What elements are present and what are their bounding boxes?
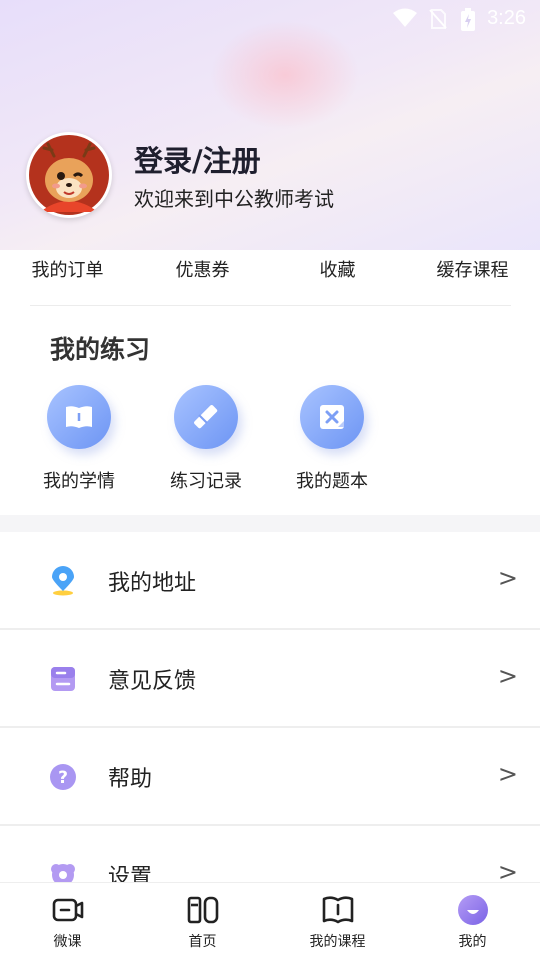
tab-home[interactable]: 首页 — [135, 883, 270, 961]
tab-label: 首页 — [188, 934, 217, 950]
video-camera-icon — [51, 893, 85, 927]
quick-links: 我的订单 优惠券 收藏 缓存课程 — [0, 250, 540, 305]
menu-label: 我的地址 — [108, 571, 197, 596]
practice-item-question-book[interactable]: 我的题本 — [282, 385, 382, 493]
quick-panel: 我的订单 优惠券 收藏 缓存课程 我的练习 我的学情 练习记录 我的题本 — [0, 250, 540, 515]
battery-charging-icon — [460, 8, 476, 37]
menu-item-help[interactable]: ? 帮助 > — [0, 728, 540, 826]
tab-mine[interactable]: 我的 — [405, 883, 540, 961]
menu-item-address[interactable]: 我的地址 > — [0, 532, 540, 630]
feedback-box-icon — [48, 664, 78, 694]
tab-label: 我的 — [458, 934, 487, 950]
book-open-icon — [47, 385, 111, 449]
practice-item-records[interactable]: 练习记录 — [156, 385, 256, 493]
svg-text:?: ? — [58, 768, 68, 788]
status-time: 3:26 — [487, 7, 526, 29]
chevron-right-icon: > — [497, 564, 518, 592]
bottom-tab-bar: 微课 首页 我的课程 我的 — [0, 882, 540, 961]
divider — [30, 305, 511, 306]
no-sim-icon — [428, 8, 448, 35]
help-icon: ? — [48, 762, 78, 792]
practice-section-title: 我的练习 — [50, 335, 151, 364]
home-grid-icon — [186, 893, 220, 927]
menu-item-feedback[interactable]: 意见反馈 > — [0, 630, 540, 728]
cached-courses-link[interactable]: 缓存课程 — [405, 250, 540, 305]
status-bar: 3:26 — [0, 0, 540, 38]
menu-label: 帮助 — [108, 767, 153, 792]
wrong-question-icon — [300, 385, 364, 449]
practice-label: 我的题本 — [296, 471, 368, 492]
chevron-right-icon: > — [497, 760, 518, 788]
login-register-link[interactable]: 登录/注册 — [134, 138, 261, 180]
chevron-right-icon: > — [497, 662, 518, 690]
location-pin-icon — [48, 566, 78, 596]
my-orders-link[interactable]: 我的订单 — [0, 250, 135, 305]
tab-my-courses[interactable]: 我的课程 — [270, 883, 405, 961]
wifi-icon — [392, 8, 418, 33]
tab-label: 微课 — [53, 934, 82, 950]
favorites-link[interactable]: 收藏 — [270, 250, 405, 305]
coupons-link[interactable]: 优惠券 — [135, 250, 270, 305]
menu-label: 意见反馈 — [108, 669, 197, 694]
practice-label: 我的学情 — [43, 471, 115, 492]
pencil-icon — [174, 385, 238, 449]
settings-menu: 我的地址 > 意见反馈 > ? 帮助 > 设置 > — [0, 532, 540, 922]
course-book-icon — [321, 893, 355, 927]
welcome-text: 欢迎来到中公教师考试 — [134, 187, 334, 211]
practice-item-study-status[interactable]: 我的学情 — [29, 385, 129, 493]
practice-label: 练习记录 — [170, 471, 242, 492]
tab-label: 我的课程 — [309, 934, 366, 950]
avatar[interactable] — [26, 132, 112, 218]
tab-micro-course[interactable]: 微课 — [0, 883, 135, 961]
profile-icon — [456, 893, 490, 927]
